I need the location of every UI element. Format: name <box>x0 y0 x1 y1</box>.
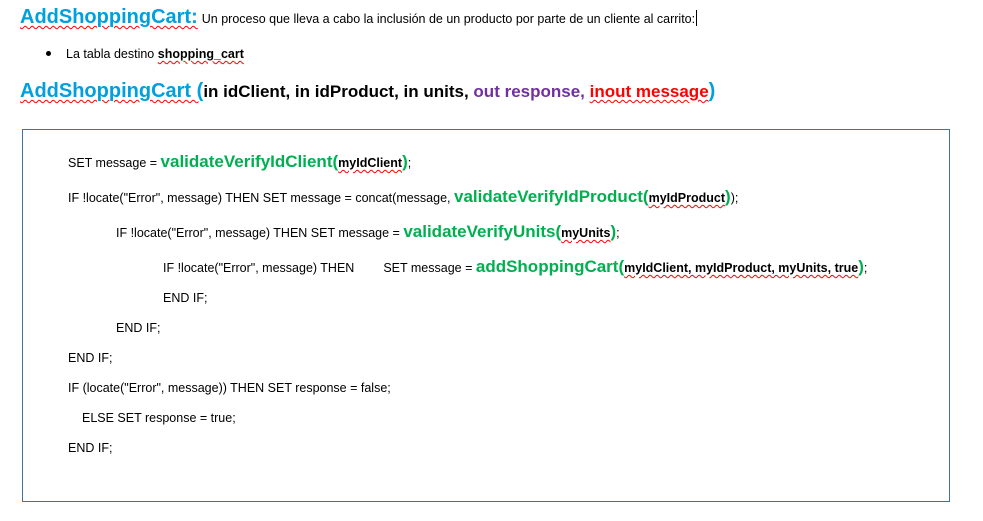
procedure-signature: AddShoppingCart (in idClient, in idProdu… <box>20 80 715 103</box>
code-line-1: SET message = validateVerifyIdClient(myI… <box>68 152 411 172</box>
code-text: ; <box>863 261 868 275</box>
code-text: IF !locate("Error", message) THEN <box>163 261 355 275</box>
code-text: SET message = <box>383 261 476 275</box>
function-name: validateVerifyIdClient( <box>160 152 339 171</box>
signature-close: ) <box>708 80 716 102</box>
code-text: IF !locate("Error", message) THEN SET me… <box>68 191 454 205</box>
title-line: AddShoppingCart: Un proceso que lleva a c… <box>20 6 698 29</box>
function-name: validateVerifyUnits( <box>403 222 562 241</box>
page-title: AddShoppingCart: <box>20 6 198 28</box>
code-text: ; <box>616 226 620 240</box>
signature-inout-param: inout message <box>589 82 709 101</box>
title-description: Un proceso que lleva a cabo la inclusión… <box>201 12 696 26</box>
code-text: ); <box>730 191 739 205</box>
function-name: addShoppingCart( <box>475 257 625 276</box>
bullet-item: La tabla destino shopping_cart <box>46 47 244 61</box>
signature-in-params: in idClient, in idProduct, in units, <box>203 82 474 101</box>
code-text: IF !locate("Error", message) THEN SET me… <box>116 226 404 240</box>
bullet-table-name: shopping_cart <box>157 47 244 61</box>
function-arg: myIdClient <box>338 156 403 170</box>
code-box <box>22 129 950 502</box>
function-arg: myIdProduct <box>648 191 726 205</box>
code-text: ; <box>407 156 412 170</box>
signature-name: AddShoppingCart ( <box>20 80 204 102</box>
code-line-6: END IF; <box>116 321 161 335</box>
code-text: SET message = <box>68 156 161 170</box>
function-arg: myUnits <box>561 226 611 240</box>
code-line-2: IF !locate("Error", message) THEN SET me… <box>68 187 738 207</box>
function-name: validateVerifyIdProduct( <box>453 187 649 206</box>
code-line-9: ELSE SET response = true; <box>82 411 236 425</box>
code-line-8: IF (locate("Error", message)) THEN SET r… <box>68 381 391 395</box>
bullet-label: La tabla destino <box>66 47 158 61</box>
function-arg: myIdClient, myIdProduct, myUnits, true <box>624 261 859 275</box>
code-line-10: END IF; <box>68 441 113 455</box>
text-cursor <box>696 10 698 26</box>
signature-out-param: out response, <box>473 82 590 101</box>
code-line-4: IF !locate("Error", message) THEN SET mes… <box>163 257 867 277</box>
code-line-7: END IF; <box>68 351 113 365</box>
bullet-icon <box>46 51 51 56</box>
code-line-5: END IF; <box>163 291 208 305</box>
code-line-3: IF !locate("Error", message) THEN SET me… <box>116 222 620 242</box>
